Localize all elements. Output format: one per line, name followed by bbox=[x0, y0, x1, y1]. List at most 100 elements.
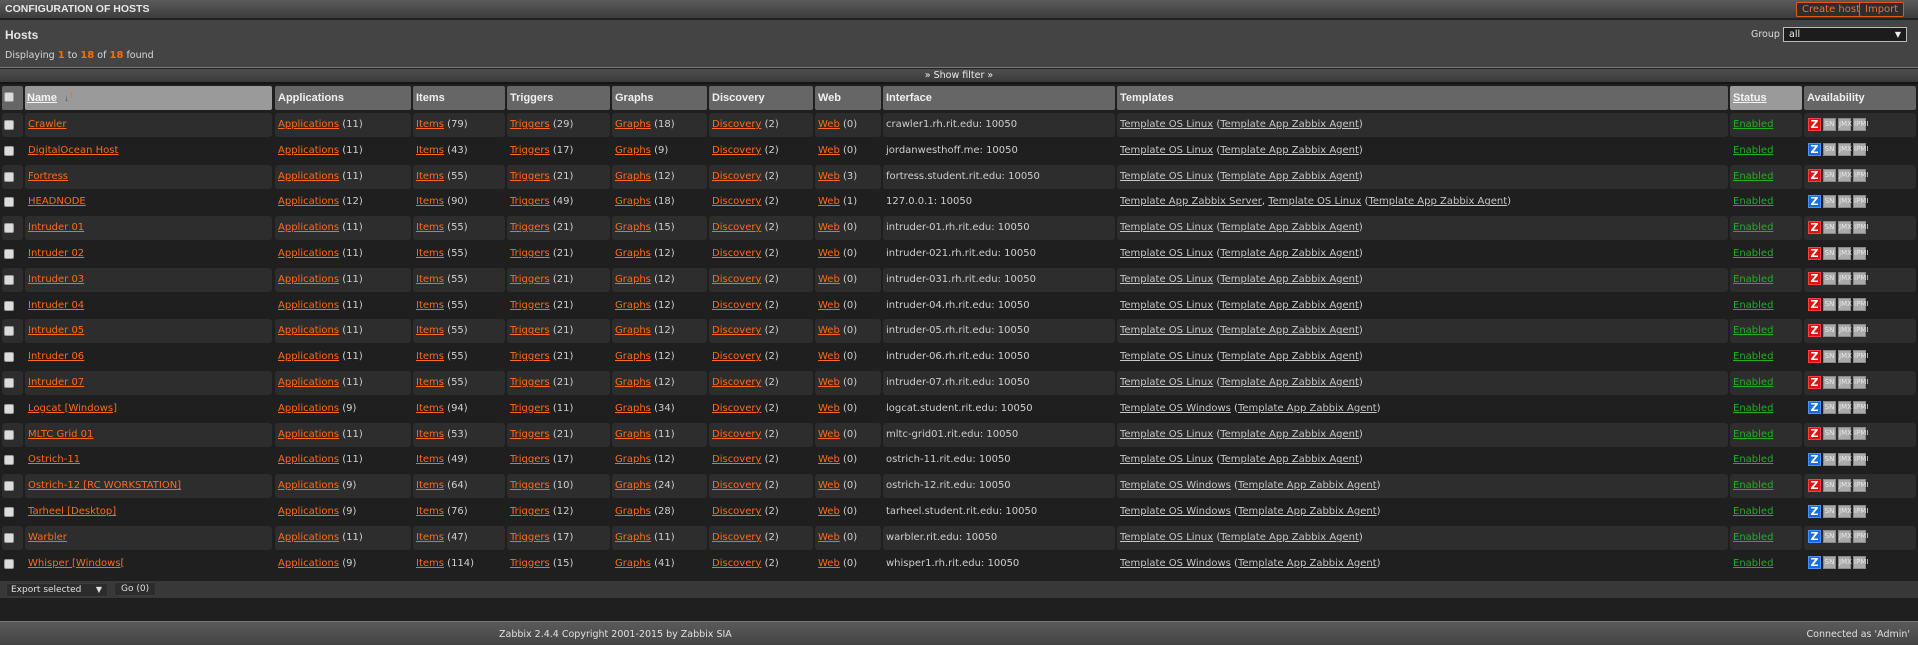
items-link[interactable]: Items bbox=[416, 558, 444, 569]
status-toggle-link[interactable]: Enabled bbox=[1733, 429, 1773, 440]
row-checkbox[interactable] bbox=[4, 301, 14, 311]
web-link[interactable]: Web bbox=[818, 454, 840, 465]
graphs-link[interactable]: Graphs bbox=[615, 351, 651, 362]
parent-template-link[interactable]: Template App Zabbix Agent bbox=[1220, 222, 1359, 233]
parent-template-link[interactable]: Template App Zabbix Agent bbox=[1220, 248, 1359, 259]
row-checkbox[interactable] bbox=[4, 533, 14, 543]
status-toggle-link[interactable]: Enabled bbox=[1733, 454, 1773, 465]
discovery-link[interactable]: Discovery bbox=[712, 506, 761, 517]
status-toggle-link[interactable]: Enabled bbox=[1733, 222, 1773, 233]
host-name-link[interactable]: Crawler bbox=[28, 119, 66, 130]
parent-template-link[interactable]: Template App Zabbix Agent bbox=[1220, 300, 1359, 311]
discovery-link[interactable]: Discovery bbox=[712, 429, 761, 440]
host-name-link[interactable]: Ostrich-12 [RC WORKSTATION] bbox=[28, 480, 181, 491]
template-link[interactable]: Template OS Linux bbox=[1120, 325, 1213, 336]
items-link[interactable]: Items bbox=[416, 300, 444, 311]
graphs-link[interactable]: Graphs bbox=[615, 377, 651, 388]
template-link[interactable]: Template OS Linux bbox=[1120, 454, 1213, 465]
graphs-link[interactable]: Graphs bbox=[615, 429, 651, 440]
template-link[interactable]: Template OS Linux bbox=[1120, 274, 1213, 285]
template-link[interactable]: Template OS Windows bbox=[1120, 403, 1231, 414]
row-checkbox[interactable] bbox=[4, 223, 14, 233]
triggers-link[interactable]: Triggers bbox=[510, 274, 550, 285]
items-link[interactable]: Items bbox=[416, 403, 444, 414]
template-link[interactable]: Template OS Windows bbox=[1120, 506, 1231, 517]
status-toggle-link[interactable]: Enabled bbox=[1733, 506, 1773, 517]
graphs-link[interactable]: Graphs bbox=[615, 506, 651, 517]
row-checkbox[interactable] bbox=[4, 326, 14, 336]
host-name-link[interactable]: Fortress bbox=[28, 171, 68, 182]
template-link[interactable]: Template OS Linux bbox=[1120, 532, 1213, 543]
status-toggle-link[interactable]: Enabled bbox=[1733, 119, 1773, 130]
web-link[interactable]: Web bbox=[818, 145, 840, 156]
items-link[interactable]: Items bbox=[416, 145, 444, 156]
parent-template-link[interactable]: Template App Zabbix Agent bbox=[1220, 171, 1359, 182]
parent-template-link[interactable]: Template App Zabbix Agent bbox=[1220, 274, 1359, 285]
parent-template-link[interactable]: Template App Zabbix Agent bbox=[1368, 196, 1507, 207]
items-link[interactable]: Items bbox=[416, 274, 444, 285]
status-toggle-link[interactable]: Enabled bbox=[1733, 558, 1773, 569]
discovery-link[interactable]: Discovery bbox=[712, 532, 761, 543]
template-link[interactable]: Template OS Linux bbox=[1120, 145, 1213, 156]
template-link[interactable]: Template OS Windows bbox=[1120, 558, 1231, 569]
web-link[interactable]: Web bbox=[818, 532, 840, 543]
applications-link[interactable]: Applications bbox=[278, 558, 339, 569]
triggers-link[interactable]: Triggers bbox=[510, 429, 550, 440]
triggers-link[interactable]: Triggers bbox=[510, 222, 550, 233]
graphs-link[interactable]: Graphs bbox=[615, 196, 651, 207]
web-link[interactable]: Web bbox=[818, 274, 840, 285]
web-link[interactable]: Web bbox=[818, 558, 840, 569]
parent-template-link[interactable]: Template App Zabbix Agent bbox=[1238, 558, 1377, 569]
triggers-link[interactable]: Triggers bbox=[510, 558, 550, 569]
triggers-link[interactable]: Triggers bbox=[510, 403, 550, 414]
applications-link[interactable]: Applications bbox=[278, 222, 339, 233]
applications-link[interactable]: Applications bbox=[278, 454, 339, 465]
items-link[interactable]: Items bbox=[416, 429, 444, 440]
column-header-status[interactable]: Status bbox=[1730, 86, 1802, 110]
column-header-name[interactable]: Name ↓↑ bbox=[25, 86, 272, 110]
status-toggle-link[interactable]: Enabled bbox=[1733, 274, 1773, 285]
host-name-link[interactable]: MLTC Grid 01 bbox=[28, 429, 93, 440]
discovery-link[interactable]: Discovery bbox=[712, 351, 761, 362]
row-checkbox[interactable] bbox=[4, 404, 14, 414]
row-checkbox[interactable] bbox=[4, 249, 14, 259]
items-link[interactable]: Items bbox=[416, 171, 444, 182]
group-select[interactable]: all ▼ bbox=[1783, 27, 1907, 42]
discovery-link[interactable]: Discovery bbox=[712, 377, 761, 388]
triggers-link[interactable]: Triggers bbox=[510, 480, 550, 491]
web-link[interactable]: Web bbox=[818, 325, 840, 336]
discovery-link[interactable]: Discovery bbox=[712, 145, 761, 156]
status-toggle-link[interactable]: Enabled bbox=[1733, 480, 1773, 491]
host-name-link[interactable]: Ostrich-11 bbox=[28, 454, 80, 465]
host-name-link[interactable]: Intruder 03 bbox=[28, 274, 84, 285]
parent-template-link[interactable]: Template App Zabbix Agent bbox=[1220, 351, 1359, 362]
applications-link[interactable]: Applications bbox=[278, 171, 339, 182]
parent-template-link[interactable]: Template App Zabbix Agent bbox=[1220, 119, 1359, 130]
row-checkbox[interactable] bbox=[4, 481, 14, 491]
parent-template-link[interactable]: Template App Zabbix Agent bbox=[1238, 506, 1377, 517]
graphs-link[interactable]: Graphs bbox=[615, 248, 651, 259]
discovery-link[interactable]: Discovery bbox=[712, 248, 761, 259]
applications-link[interactable]: Applications bbox=[278, 480, 339, 491]
host-name-link[interactable]: Intruder 05 bbox=[28, 325, 84, 336]
items-link[interactable]: Items bbox=[416, 377, 444, 388]
row-checkbox[interactable] bbox=[4, 352, 14, 362]
discovery-link[interactable]: Discovery bbox=[712, 454, 761, 465]
web-link[interactable]: Web bbox=[818, 506, 840, 517]
template-link[interactable]: Template OS Linux bbox=[1120, 429, 1213, 440]
status-toggle-link[interactable]: Enabled bbox=[1733, 351, 1773, 362]
row-checkbox[interactable] bbox=[4, 430, 14, 440]
row-checkbox[interactable] bbox=[4, 378, 14, 388]
discovery-link[interactable]: Discovery bbox=[712, 325, 761, 336]
web-link[interactable]: Web bbox=[818, 248, 840, 259]
applications-link[interactable]: Applications bbox=[278, 403, 339, 414]
host-name-link[interactable]: Intruder 07 bbox=[28, 377, 84, 388]
parent-template-link[interactable]: Template App Zabbix Agent bbox=[1238, 480, 1377, 491]
host-name-link[interactable]: Whisper [Windows[ bbox=[28, 558, 124, 569]
status-toggle-link[interactable]: Enabled bbox=[1733, 325, 1773, 336]
graphs-link[interactable]: Graphs bbox=[615, 300, 651, 311]
applications-link[interactable]: Applications bbox=[278, 248, 339, 259]
parent-template-link[interactable]: Template App Zabbix Agent bbox=[1220, 429, 1359, 440]
graphs-link[interactable]: Graphs bbox=[615, 222, 651, 233]
host-name-link[interactable]: Intruder 01 bbox=[28, 222, 84, 233]
